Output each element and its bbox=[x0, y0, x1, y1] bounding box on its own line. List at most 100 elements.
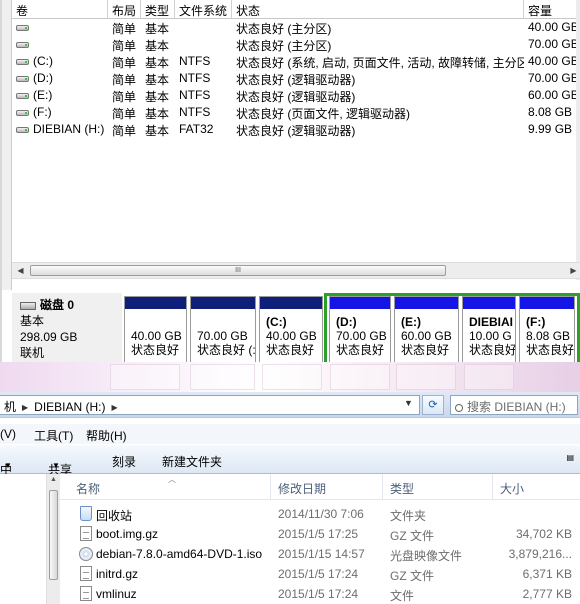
volume-row[interactable]: (F:) 简单 基本 NTFS 状态良好 (页面文件, 逻辑驱动器) 8.08 GB bbox=[12, 104, 580, 121]
file-type: GZ 文件 bbox=[390, 569, 434, 583]
capacity-cell: 40.00 GB bbox=[528, 54, 579, 68]
scroll-right-arrow-icon[interactable]: ▶ bbox=[565, 263, 580, 278]
file-list-header: 名称 ︿ 修改日期 类型 大小 bbox=[60, 474, 580, 500]
address-bar[interactable]: 机 ▶ DIEBIAN (H:) ▶ bbox=[0, 395, 420, 415]
partition-status: 状态良好 bbox=[131, 343, 180, 357]
column-header-capacity[interactable]: 容量 bbox=[524, 0, 580, 18]
partition-capacity: 70.00 GB bbox=[197, 329, 248, 343]
partition-capacity: 40.00 GB bbox=[131, 329, 182, 343]
file-name: vmlinuz bbox=[96, 587, 137, 601]
volume-row[interactable]: 简单 基本 状态良好 (主分区) 40.00 GB bbox=[12, 19, 580, 36]
file-row[interactable]: debian-7.8.0-amd64-DVD-1.iso 2015/1/15 14… bbox=[60, 544, 580, 564]
refresh-icon[interactable]: ⟳ bbox=[422, 395, 444, 415]
partition-block[interactable]: 40.00 GB 状态良好 bbox=[124, 296, 187, 366]
file-type: GZ 文件 bbox=[390, 529, 434, 543]
search-input[interactable]: 搜索 DIEBIAN (H:) bbox=[450, 395, 578, 415]
column-header-date[interactable]: 修改日期 bbox=[278, 480, 326, 497]
filesystem-cell: NTFS bbox=[179, 88, 211, 102]
type-cell: 基本 bbox=[145, 39, 170, 53]
file-row[interactable]: vmlinuz 2015/1/5 17:24 文件 2,777 KB bbox=[60, 584, 580, 604]
menu-bar: (V) 工具(T) 帮助(H) bbox=[0, 424, 580, 444]
volume-row[interactable]: (D:) 简单 基本 NTFS 状态良好 (逻辑驱动器) 70.00 GB bbox=[12, 70, 580, 87]
new-folder-button[interactable]: 新建文件夹 bbox=[162, 453, 222, 470]
filesystem-cell: NTFS bbox=[179, 54, 211, 68]
menu-view[interactable]: (V) bbox=[0, 427, 16, 441]
layout-cell: 简单 bbox=[112, 39, 137, 53]
column-header-type[interactable]: 类型 bbox=[141, 0, 175, 18]
partition-name bbox=[191, 311, 255, 329]
left-strip bbox=[2, 0, 12, 290]
file-icon bbox=[80, 566, 92, 581]
vertical-scrollbar[interactable] bbox=[576, 0, 580, 280]
breadcrumb-arrow-icon[interactable]: ▶ bbox=[22, 403, 28, 412]
type-cell: 基本 bbox=[145, 124, 170, 138]
file-type: 光盘映像文件 bbox=[390, 549, 463, 563]
navigation-pane[interactable] bbox=[0, 474, 48, 604]
recycle-bin-icon bbox=[80, 506, 92, 521]
drive-icon bbox=[16, 126, 29, 133]
file-type: 文件 bbox=[390, 589, 415, 603]
capacity-cell: 70.00 GB bbox=[528, 71, 579, 85]
drive-icon bbox=[16, 92, 29, 99]
volume-cell: (C:) bbox=[12, 53, 108, 70]
partition-block[interactable]: (C:) 40.00 GB 状态良好 bbox=[259, 296, 323, 366]
volume-cell: (E:) bbox=[12, 87, 108, 104]
scrollbar-thumb[interactable]: III bbox=[30, 265, 446, 276]
column-header-name[interactable]: 名称 bbox=[76, 480, 100, 497]
type-cell: 基本 bbox=[145, 90, 170, 104]
disk-size: 298.09 GB bbox=[20, 330, 78, 344]
scroll-left-arrow-icon[interactable]: ◀ bbox=[12, 263, 29, 278]
volume-table: 卷 布局 类型 文件系统 状态 容量 简单 基本 状态良好 (主分区) 40.00 G… bbox=[12, 0, 580, 138]
file-date: 2015/1/5 17:25 bbox=[278, 527, 359, 541]
volume-cell: (F:) bbox=[12, 104, 108, 121]
view-options-icon[interactable]: ▤ bbox=[566, 453, 574, 462]
scrollbar-thumb[interactable] bbox=[49, 490, 58, 580]
layout-cell: 简单 bbox=[112, 22, 137, 36]
layout-cell: 简单 bbox=[112, 124, 137, 138]
drive-icon bbox=[16, 109, 29, 116]
volume-row[interactable]: (E:) 简单 基本 NTFS 状态良好 (逻辑驱动器) 60.00 GB bbox=[12, 87, 580, 104]
menu-tools[interactable]: 工具(T) bbox=[34, 427, 73, 444]
address-dropdown-icon[interactable]: ▼ bbox=[404, 398, 413, 408]
column-header-filesystem[interactable]: 文件系统 bbox=[175, 0, 232, 18]
volume-row[interactable]: 简单 基本 状态良好 (主分区) 70.00 GB bbox=[12, 36, 580, 53]
drive-icon bbox=[16, 41, 29, 48]
volume-row[interactable]: DIEBIAN (H:) 简单 基本 FAT32 状态良好 (逻辑驱动器) 9.99 GB bbox=[12, 121, 580, 138]
column-header-size[interactable]: 大小 bbox=[500, 480, 524, 497]
file-icon bbox=[80, 526, 92, 541]
file-row[interactable]: initrd.gz 2015/1/5 17:24 GZ 文件 6,371 KB bbox=[60, 564, 580, 584]
file-date: 2015/1/5 17:24 bbox=[278, 587, 359, 601]
status-cell: 状态良好 (逻辑驱动器) bbox=[236, 90, 356, 104]
disk-name: 磁盘 0 bbox=[40, 298, 75, 312]
volume-row[interactable]: (C:) 简单 基本 NTFS 状态良好 (系统, 启动, 页面文件, 活动, 故障转储… bbox=[12, 53, 580, 70]
scroll-up-arrow-icon[interactable]: ▲ bbox=[50, 476, 57, 483]
type-cell: 基本 bbox=[145, 22, 170, 36]
disk-management-pane: 卷 布局 类型 文件系统 状态 容量 简单 基本 状态良好 (主分区) 40.00 G… bbox=[0, 0, 580, 373]
status-cell: 状态良好 (主分区) bbox=[236, 39, 332, 53]
menu-help[interactable]: 帮助(H) bbox=[86, 427, 127, 444]
layout-cell: 简单 bbox=[112, 90, 137, 104]
partition-block[interactable]: 70.00 GB 状态良好 (: bbox=[190, 296, 256, 366]
search-icon bbox=[455, 404, 463, 412]
volume-cell: DIEBIAN (H:) bbox=[12, 121, 108, 138]
horizontal-scrollbar[interactable]: ◀ III ▶ bbox=[12, 262, 580, 279]
burn-button[interactable]: 刻录 bbox=[112, 453, 136, 470]
file-row[interactable]: boot.img.gz 2015/1/5 17:25 GZ 文件 34,702 KB bbox=[60, 524, 580, 544]
file-name: boot.img.gz bbox=[96, 527, 159, 541]
file-list-scrollbar[interactable]: ▲ bbox=[46, 474, 60, 604]
breadcrumb-arrow-icon[interactable]: ▶ bbox=[112, 403, 118, 412]
column-header-status[interactable]: 状态 bbox=[232, 0, 524, 18]
disk-type: 基本 bbox=[20, 314, 45, 328]
column-header-layout[interactable]: 布局 bbox=[108, 0, 141, 18]
column-header-type[interactable]: 类型 bbox=[390, 480, 414, 497]
file-row[interactable]: 回收站 2014/11/30 7:06 文件夹 bbox=[60, 504, 580, 524]
breadcrumb-computer[interactable]: 机 bbox=[4, 400, 16, 414]
breadcrumb-current[interactable]: DIEBIAN (H:) bbox=[34, 400, 105, 414]
file-list: 名称 ︿ 修改日期 类型 大小 回收站 2014/11/30 7:06 文件夹 boo… bbox=[60, 474, 580, 604]
partition-capacity: 40.00 GB bbox=[266, 329, 317, 343]
extended-partition-frame bbox=[324, 293, 580, 369]
file-date: 2015/1/5 17:24 bbox=[278, 567, 359, 581]
partition-name: (C:) bbox=[266, 315, 287, 329]
disk-info[interactable]: 磁盘 0 基本 298.09 GB 联机 bbox=[12, 293, 122, 373]
column-header-volume[interactable]: 卷 bbox=[12, 0, 108, 18]
